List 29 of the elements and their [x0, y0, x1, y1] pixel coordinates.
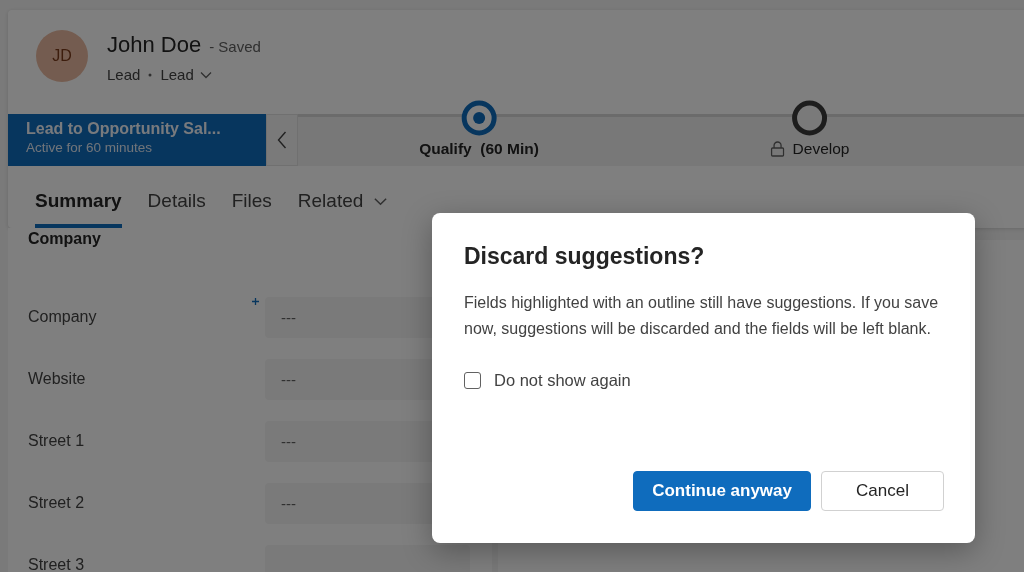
chevron-left-icon	[277, 131, 287, 149]
continue-button[interactable]: Continue anyway	[633, 471, 811, 511]
process-name: Lead to Opportunity Sal...	[26, 120, 222, 138]
dialog-title: Discard suggestions?	[464, 243, 706, 270]
chevron-down-icon	[199, 70, 212, 79]
stage-label[interactable]: Develop	[770, 140, 850, 158]
process-flyout[interactable]: Lead to Opportunity Sal... Active for 60 minutes	[8, 114, 266, 166]
tab[interactable]: Details	[147, 190, 206, 228]
form-selector[interactable]: Lead	[160, 66, 212, 83]
stage-label[interactable]: Qualify (60 Min)	[419, 140, 539, 158]
process-duration: Active for 60 minutes	[26, 140, 154, 155]
collapse-button[interactable]	[266, 114, 298, 166]
field-label: Street 1	[28, 432, 86, 450]
cancel-button[interactable]: Cancel	[821, 471, 944, 511]
lock-icon	[770, 141, 785, 157]
record-name: John Doe	[107, 32, 202, 58]
field-label: Street 2	[28, 494, 86, 512]
tab[interactable]: Files	[231, 190, 272, 228]
avatar: JD	[36, 30, 88, 82]
field-label: Website	[28, 370, 87, 388]
entity-name: Lead	[107, 66, 141, 83]
field-label: Street 3	[28, 556, 86, 572]
separator-dot-icon	[148, 72, 153, 77]
checkbox[interactable]	[464, 372, 481, 389]
chevron-down-icon	[373, 196, 389, 206]
tab[interactable]: Related	[297, 190, 389, 228]
field-label: Company	[28, 308, 98, 326]
checkbox-label: Do not show again	[494, 371, 631, 390]
save-status: - Saved	[209, 38, 261, 55]
